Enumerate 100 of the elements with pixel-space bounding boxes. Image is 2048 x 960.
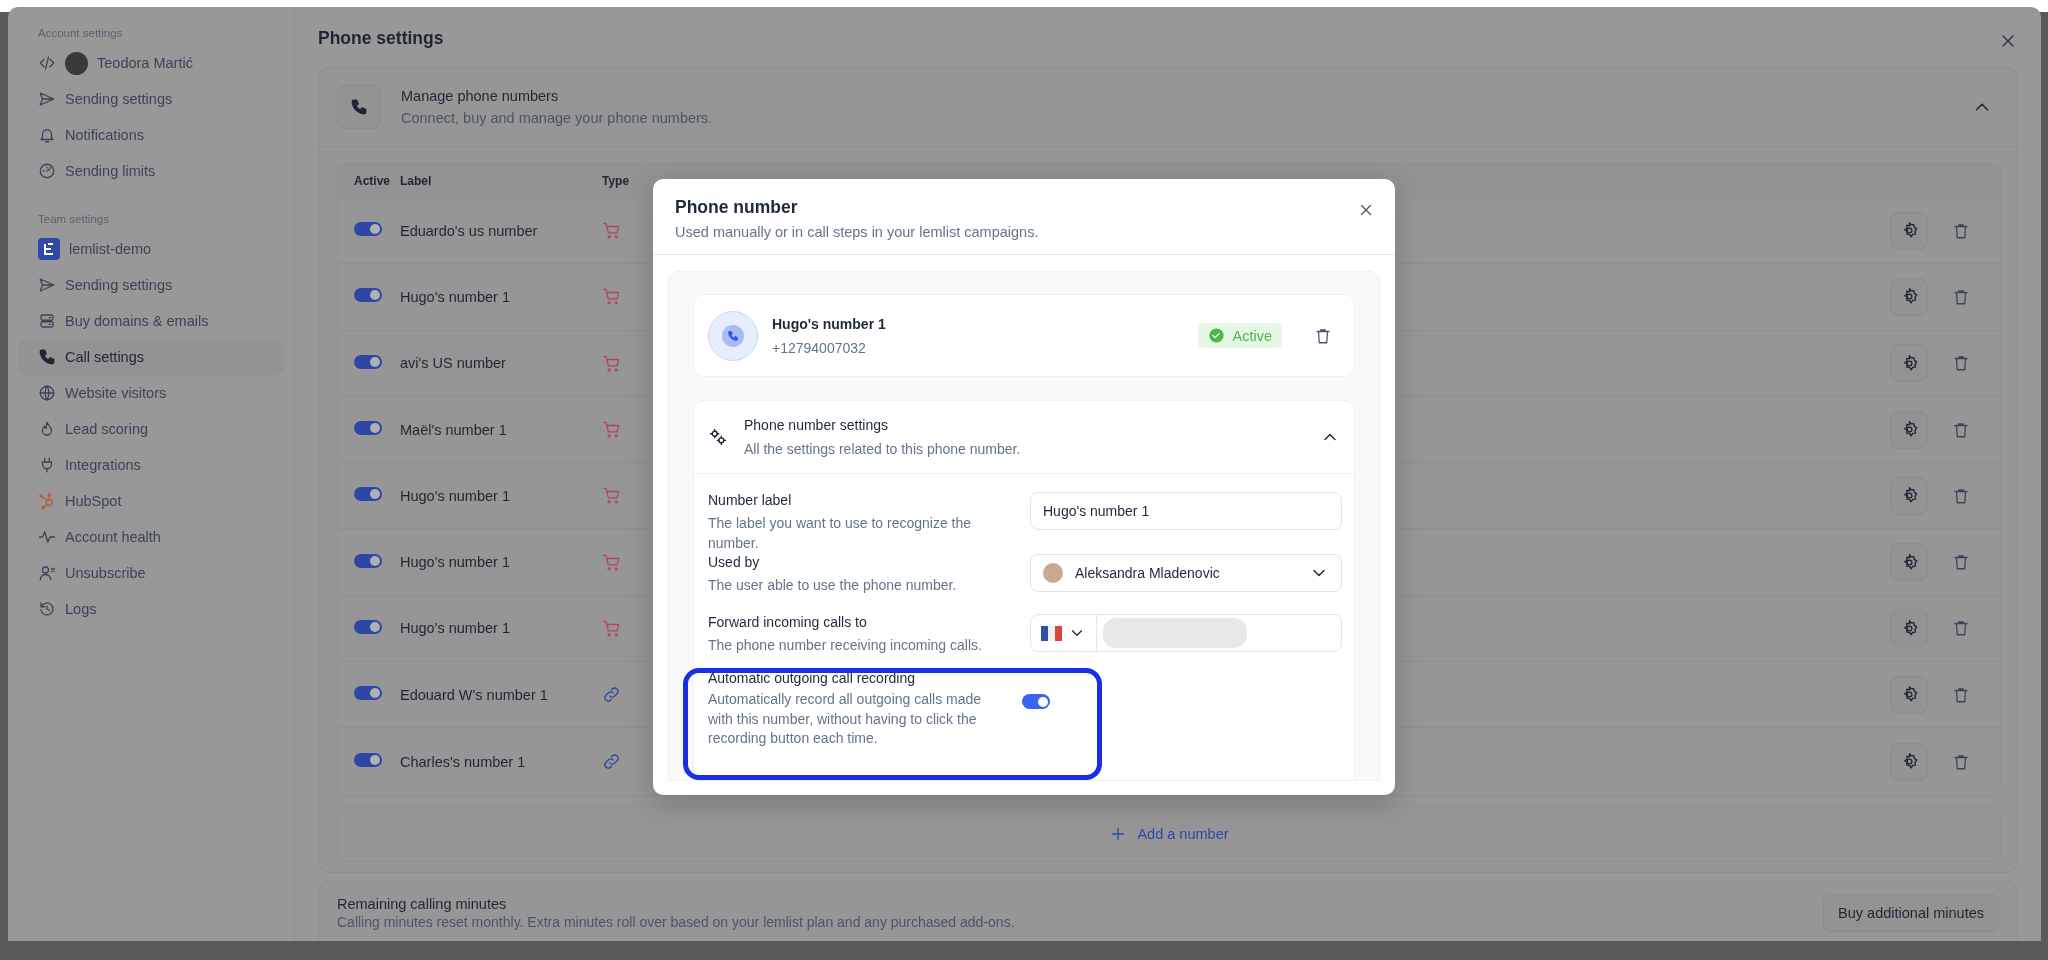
- field-label: Used by: [708, 554, 761, 570]
- sidebar-item[interactable]: Integrations: [18, 447, 284, 483]
- trash-icon[interactable]: [1952, 553, 1970, 572]
- toggle-switch[interactable]: [354, 487, 382, 502]
- text-input[interactable]: Hugo's number 1: [1030, 492, 1342, 530]
- toggle-switch[interactable]: [354, 686, 382, 701]
- flag-icon: [1041, 625, 1062, 641]
- toggle-switch[interactable]: [354, 753, 382, 767]
- code-icon: [38, 54, 56, 72]
- toggle-switch[interactable]: [354, 553, 382, 568]
- link-icon: [602, 685, 621, 705]
- phone-icon: [350, 98, 368, 116]
- number-label: Hugo's number 1: [400, 487, 511, 504]
- section-subtitle: Calling minutes reset monthly. Extra minutes roll over based on your lemlist plan and any purchased add-ons.: [337, 913, 1015, 930]
- trash-icon[interactable]: [1952, 752, 1970, 771]
- section-subtitle: Connect, buy and manage your phone numbers.: [401, 110, 713, 126]
- toggle-switch[interactable]: [354, 619, 382, 634]
- number-label: Hugo's number 1: [400, 554, 511, 571]
- number-label: avi's US number: [400, 355, 507, 372]
- field-help: Automatically record all outgoing calls made with this number, without having to click the recording button each time.: [708, 690, 983, 748]
- sidebar-item[interactable]: Account health: [18, 519, 284, 555]
- trash-icon[interactable]: [1952, 486, 1970, 505]
- trash-icon[interactable]: [1952, 287, 1970, 306]
- buy-minutes-button[interactable]: Buy additional minutes: [1823, 893, 1999, 932]
- sidebar-item[interactable]: Unsubscribe: [18, 555, 284, 591]
- sidebar-item[interactable]: Call settings: [18, 339, 284, 375]
- field-label: Automatic outgoing call recording: [708, 670, 916, 686]
- history-icon: [38, 600, 56, 618]
- settings-button[interactable]: [1890, 742, 1928, 781]
- field-help: The phone number receiving incoming calls.: [708, 636, 983, 655]
- section-title: Remaining calling minutes: [337, 895, 508, 912]
- settings-button[interactable]: [1890, 211, 1928, 250]
- number-label: Hugo's number 1: [400, 288, 511, 305]
- trash-icon[interactable]: [1952, 354, 1970, 373]
- settings-button[interactable]: [1890, 344, 1928, 383]
- sidebar-item[interactable]: Logs: [18, 591, 284, 627]
- number-label: Hugo's number 1: [400, 620, 511, 637]
- sidebar-item[interactable]: Sending settings: [18, 81, 284, 117]
- pulse-icon: [38, 528, 56, 546]
- trash-icon[interactable]: [1952, 619, 1970, 638]
- avatar: [1043, 563, 1063, 583]
- trash-icon[interactable]: [1952, 420, 1970, 439]
- toggle-switch[interactable]: [354, 288, 382, 303]
- phone-icon: [38, 348, 56, 366]
- cart-icon: [602, 486, 621, 506]
- phone-input[interactable]: [1030, 614, 1342, 652]
- toggle-switch[interactable]: [354, 222, 382, 237]
- sidebar-item[interactable]: Buy domains & emails: [18, 303, 284, 339]
- user-select[interactable]: Aleksandra Mladenovic: [1030, 554, 1342, 592]
- team-logo-icon: [38, 238, 60, 260]
- gears-icon: [708, 427, 728, 447]
- section-heading: Account settings: [37, 26, 124, 41]
- gauge-icon: [38, 162, 56, 180]
- number-label: Maël's number 1: [400, 421, 508, 438]
- send-icon: [38, 276, 56, 294]
- settings-button[interactable]: [1890, 410, 1928, 449]
- phone-avatar-icon: [708, 310, 758, 361]
- add-number-button[interactable]: Add a number: [1103, 823, 1235, 844]
- section-heading: Team settings: [37, 212, 110, 227]
- number-label: Eduardo's us number: [400, 222, 539, 239]
- trash-icon[interactable]: [1952, 685, 1970, 704]
- sidebar-item[interactable]: Sending settings: [18, 267, 284, 303]
- cart-icon: [602, 552, 621, 572]
- settings-button[interactable]: [1890, 675, 1928, 714]
- modal-title: Phone number: [675, 197, 798, 218]
- column-header: Active: [354, 173, 392, 188]
- sidebar-item[interactable]: Notifications: [18, 117, 284, 153]
- cart-icon: [602, 353, 621, 373]
- column-header: Type: [602, 173, 631, 188]
- phone-number: +12794007032: [772, 339, 867, 356]
- field-label: Forward incoming calls to: [708, 614, 868, 630]
- settings-button[interactable]: [1890, 476, 1928, 515]
- sidebar-item[interactable]: Teodora Martić: [18, 45, 284, 81]
- section-subtitle: All the settings related to this phone number.: [744, 441, 1021, 457]
- settings-button[interactable]: [1890, 609, 1928, 648]
- link-icon: [602, 752, 621, 771]
- hub-icon: [38, 492, 56, 510]
- number-label: Edouard W's number 1: [400, 686, 549, 703]
- status-badge: Active: [1197, 323, 1282, 348]
- sidebar-item[interactable]: HubSpot: [18, 483, 284, 519]
- settings-button[interactable]: [1890, 277, 1928, 316]
- user-remove-icon: [38, 564, 56, 582]
- toggle-switch[interactable]: [1022, 694, 1050, 709]
- settings-button[interactable]: [1890, 543, 1928, 582]
- toggle-switch[interactable]: [354, 354, 382, 369]
- avatar: [65, 51, 88, 75]
- trash-icon[interactable]: [1314, 326, 1332, 345]
- cart-icon: [602, 618, 621, 638]
- cart-icon: [602, 221, 621, 241]
- sidebar-item[interactable]: lemlist-demo: [18, 231, 284, 267]
- sidebar-item[interactable]: Sending limits: [18, 153, 284, 189]
- toggle-switch[interactable]: [354, 421, 382, 436]
- send-icon: [38, 90, 56, 108]
- field-label: Number label: [708, 492, 793, 508]
- number-label: Charles's number 1: [400, 753, 527, 770]
- sidebar-item[interactable]: Website visitors: [18, 375, 284, 411]
- field-help: The label you want to use to recognize the number.: [708, 514, 973, 553]
- sidebar-item[interactable]: Lead scoring: [18, 411, 284, 447]
- modal-subtitle: Used manually or in call steps in your lemlist campaigns.: [675, 224, 1040, 240]
- trash-icon[interactable]: [1952, 221, 1970, 240]
